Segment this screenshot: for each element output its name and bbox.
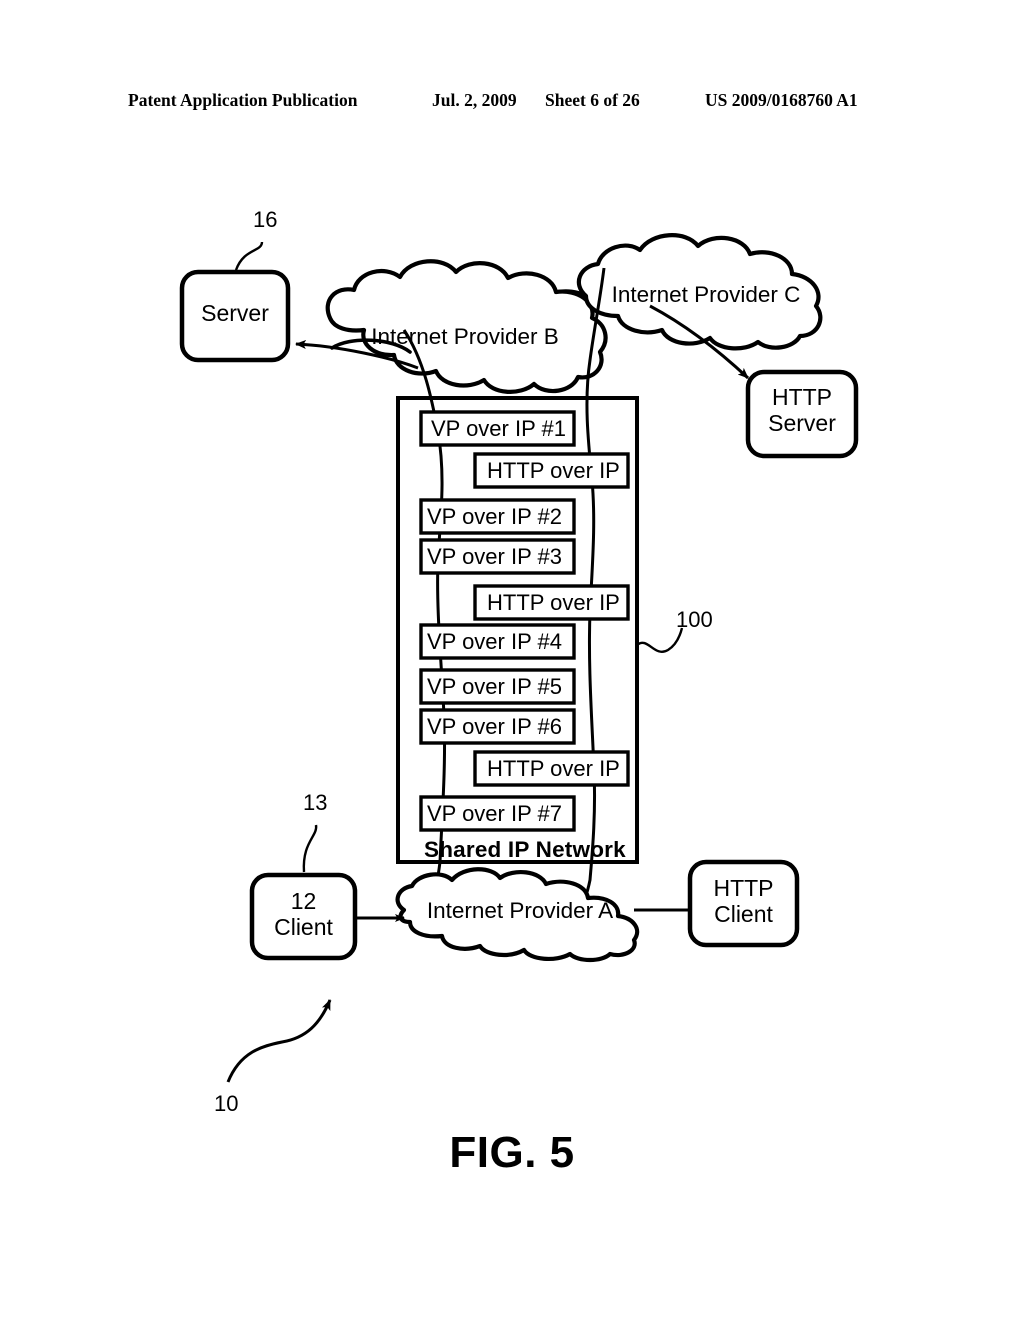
http-server-label-line2: Server [768, 409, 836, 436]
ref-numeral-13: 13 [303, 790, 328, 815]
http-server-label-line1: HTTP [771, 384, 833, 410]
http-client-label-line2: Client [714, 900, 773, 927]
cloud-b-label: Internet Provider B [371, 324, 559, 349]
client-label-line1: 12 [290, 888, 317, 914]
stack-label-8: HTTP over IP [487, 756, 620, 781]
stack-label-5: VP over IP #4 [427, 629, 562, 654]
http-client-label: HTTP Client [690, 875, 797, 928]
stack-label-4: HTTP over IP [487, 590, 620, 615]
http-client-label-line1: HTTP [713, 875, 774, 901]
cloud-c-label: Internet Provider C [611, 282, 801, 307]
ref-numeral-100: 100 [676, 607, 713, 632]
stack-label-7: VP over IP #6 [427, 714, 562, 739]
stack-label-0: VP over IP #1 [431, 416, 566, 441]
ref-13-leader [302, 824, 318, 873]
stack-label-9: VP over IP #7 [427, 801, 562, 826]
stack-label-6: VP over IP #5 [427, 674, 562, 699]
server-label: Server [201, 300, 269, 326]
client-label: 12 Client [252, 888, 355, 941]
ref-numeral-10: 10 [214, 1091, 239, 1116]
stack-label-1: HTTP over IP [487, 458, 620, 483]
ref-numeral-16: 16 [253, 207, 278, 232]
figure-drawing [179, 233, 859, 1083]
patent-figure: Server HTTP Server 12 Client HTTP Client… [0, 0, 1024, 1320]
stack-label-3: VP over IP #3 [427, 544, 562, 569]
shared-ip-network-label: Shared IP Network [424, 837, 626, 862]
http-server-label: HTTP Server [748, 384, 856, 437]
ref-10-arrow [226, 999, 332, 1083]
figure-caption: FIG. 5 [449, 1128, 575, 1177]
ref-16-leader [234, 241, 264, 271]
cloud-a-label: Internet Provider A [426, 898, 614, 923]
client-label-line2: Client [274, 913, 333, 940]
stack-label-2: VP over IP #2 [427, 504, 562, 529]
